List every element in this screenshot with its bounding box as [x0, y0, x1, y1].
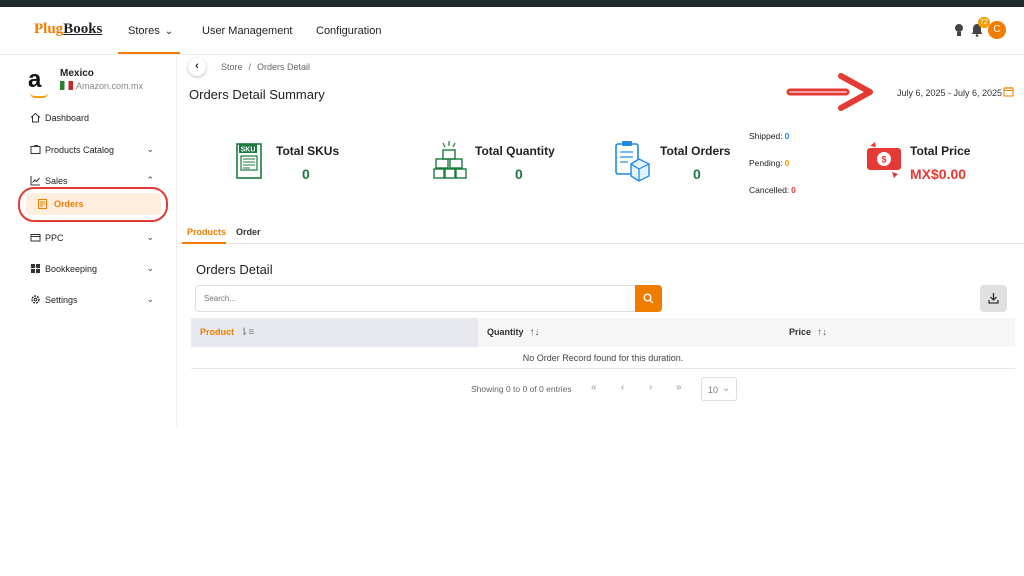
stat-total-orders: Total Orders 0	[613, 138, 753, 188]
previous-page-button[interactable]: ‹	[621, 382, 624, 393]
sidebar-item-products-catalog[interactable]: Products Catalog ⌄	[30, 143, 160, 159]
stat-value: 0	[693, 166, 701, 182]
gear-icon	[31, 295, 40, 304]
store-name[interactable]: Mexico	[60, 68, 94, 79]
empty-table-message: No Order Record found for this duration.	[191, 347, 1015, 369]
table-header: Product ⇂≡ Quantity ↑↓ Price ↑↓	[191, 318, 1015, 347]
plugbooks-logo[interactable]: PlugBooks	[34, 21, 102, 38]
chevron-down-icon: ⌄	[146, 144, 154, 154]
breadcrumb-current: Orders Detail	[257, 62, 311, 72]
sku-tag-icon: SKU	[236, 143, 262, 179]
sort-desc-icon: ⇂≡	[240, 327, 255, 338]
stat-title: Total Price	[910, 144, 971, 158]
column-header-price[interactable]: Price ↑↓	[789, 327, 827, 338]
stat-title: Total Quantity	[475, 144, 555, 158]
stat-title: Total Orders	[660, 144, 731, 158]
lightbulb-icon[interactable]	[954, 23, 964, 37]
nav-stores-active-indicator	[118, 52, 180, 54]
breadcrumb: Store / Orders Detail	[221, 62, 311, 72]
download-button[interactable]	[980, 285, 1007, 312]
next-page-button[interactable]: ›	[649, 382, 652, 393]
chevron-down-icon: ⌄	[146, 294, 154, 304]
sort-icon: ↑↓	[529, 327, 540, 338]
sidebar-item-bookkeeping[interactable]: Bookkeeping ⌄	[30, 262, 160, 278]
sidebar-item-settings[interactable]: Settings ⌄	[30, 293, 160, 309]
sidebar-item-ppc[interactable]: PPC ⌄	[30, 231, 160, 247]
cancelled-count: Cancelled: 0	[749, 185, 796, 195]
chevron-up-icon: ⌃	[146, 175, 154, 185]
stat-total-quantity: Total Quantity 0	[433, 138, 603, 188]
nav-configuration[interactable]: Configuration	[316, 25, 381, 37]
first-page-button[interactable]: «	[591, 382, 597, 393]
column-header-quantity[interactable]: Quantity ↑↓	[487, 327, 540, 338]
grid-icon	[31, 264, 40, 273]
date-range-picker[interactable]: July 6, 2025 - July 6, 2025	[897, 88, 1002, 98]
pagination: Showing 0 to 0 of 0 entries « ‹ › » 10 ⌄	[471, 376, 751, 401]
column-header-product[interactable]: Product ⇂≡	[200, 327, 254, 338]
stat-total-price: $ Total Price MX$0.00	[866, 138, 1016, 188]
stat-total-skus: SKU Total SKUs 0	[234, 138, 384, 188]
download-icon	[988, 293, 999, 304]
sidebar-item-orders[interactable]: Orders	[26, 193, 161, 215]
back-button[interactable]: ‹	[188, 58, 206, 76]
page-title: Orders Detail Summary	[189, 87, 325, 102]
pending-count: Pending: 0	[749, 158, 790, 168]
amazon-smile-icon	[30, 93, 48, 98]
home-icon	[30, 112, 41, 123]
breadcrumb-store[interactable]: Store	[221, 62, 243, 72]
chevron-down-icon: ⌄	[146, 232, 154, 242]
last-page-button[interactable]: »	[676, 382, 682, 393]
tab-order[interactable]: Order	[236, 227, 261, 237]
search-input[interactable]	[195, 285, 636, 312]
stat-value: MX$0.00	[910, 166, 967, 182]
stat-title: Total SKUs	[276, 144, 340, 158]
chevron-left-icon: ‹	[195, 60, 199, 72]
store-domain: Amazon.com.mx	[60, 81, 143, 91]
top-navbar: PlugBooks Stores ⌄ User Management Config…	[0, 7, 1024, 55]
boxes-stack-icon	[433, 141, 467, 179]
nav-stores[interactable]: Stores ⌄	[128, 25, 173, 37]
sku-icon-label: SKU	[241, 147, 256, 154]
sidebar-item-dashboard[interactable]: Dashboard	[30, 111, 160, 127]
amazon-logo: a	[28, 66, 42, 93]
clipboard-order-icon	[615, 141, 650, 182]
sidebar: a Mexico Amazon.com.mx Dashboard Product…	[0, 56, 177, 426]
document-icon	[38, 199, 47, 209]
search-button[interactable]	[635, 285, 662, 312]
mexico-flag-icon	[60, 81, 73, 90]
money-bill-icon: $	[867, 142, 901, 178]
user-avatar[interactable]: C	[988, 21, 1006, 39]
chart-line-icon	[30, 176, 40, 186]
detail-tabs: Products Order	[177, 222, 1024, 244]
shipped-count: Shipped: 0	[749, 131, 790, 141]
chevron-down-icon: ⌄	[164, 26, 174, 37]
stat-value: 0	[515, 166, 523, 182]
calendar-icon[interactable]	[1003, 86, 1014, 97]
chevron-down-icon: ⌄	[146, 263, 154, 273]
top-icons: 72 C	[954, 17, 1024, 43]
pagination-info: Showing 0 to 0 of 0 entries	[471, 384, 572, 394]
window-top-strip	[0, 0, 1024, 7]
section-title: Orders Detail	[196, 262, 273, 277]
orders-highlight-circle: Orders	[18, 187, 168, 222]
folder-icon	[30, 145, 41, 154]
rows-per-page-select[interactable]: 10 ⌄	[701, 377, 737, 401]
credit-card-icon	[30, 234, 41, 242]
svg-text:$: $	[881, 155, 886, 165]
tab-products[interactable]: Products	[187, 227, 226, 237]
search-icon	[643, 293, 654, 304]
stat-value: 0	[302, 166, 310, 182]
chevron-down-icon: ⌄	[722, 383, 731, 394]
red-arrow-annotation-icon	[786, 73, 873, 111]
sort-icon: ↑↓	[817, 327, 828, 338]
tab-active-indicator	[182, 242, 226, 244]
nav-user-management[interactable]: User Management	[202, 25, 293, 37]
